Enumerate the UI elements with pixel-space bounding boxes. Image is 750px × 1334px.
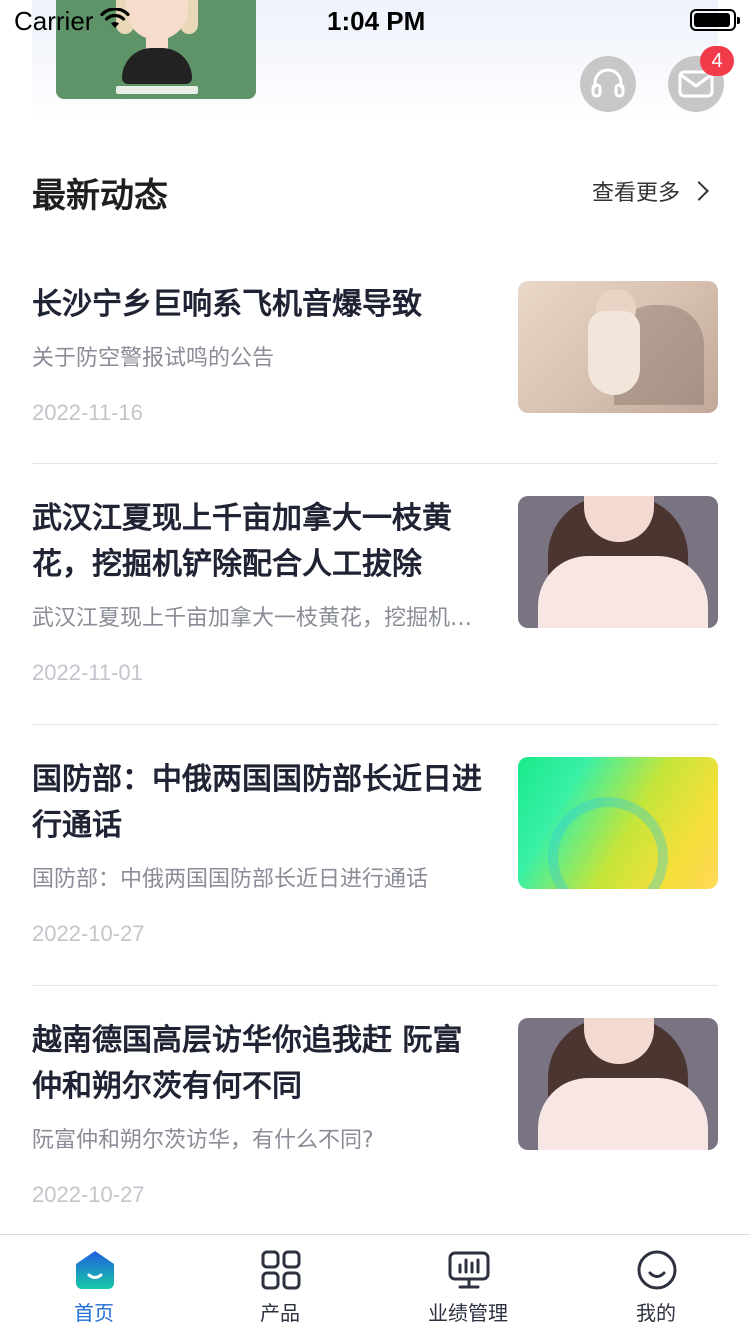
view-more-label: 查看更多 <box>592 181 681 206</box>
news-thumbnail <box>518 281 718 413</box>
grid-icon <box>261 1250 301 1290</box>
news-summary: 关于防空警报试鸣的公告 <box>32 346 275 371</box>
tab-performance[interactable]: 业绩管理 <box>408 1235 528 1334</box>
status-bar: Carrier 1:04 PM <box>0 0 750 40</box>
tab-home[interactable]: 首页 <box>34 1235 154 1334</box>
view-more-link[interactable]: 查看更多 <box>592 175 709 207</box>
smile-profile-icon <box>637 1250 677 1290</box>
news-title: 武汉江夏现上千亩加拿大一枝黄花，挖掘机铲除配合人工拔除 <box>32 501 452 582</box>
news-title: 越南德国高层访华你追我赶 阮富仲和朔尔茨有何不同 <box>32 1023 463 1104</box>
news-date: 2022-11-16 <box>32 400 143 425</box>
news-summary: 国防部：中俄两国国防部长近日进行通话 <box>32 867 429 892</box>
wifi-icon <box>100 8 130 28</box>
news-thumbnail <box>518 1018 718 1150</box>
tab-profile-label: 我的 <box>636 1301 676 1325</box>
tab-bar: 首页 产品 业绩管理 我的 <box>0 1234 750 1334</box>
carrier-label: Carrier <box>14 6 94 36</box>
news-date: 2022-10-27 <box>32 921 145 946</box>
chart-monitor-icon <box>448 1251 490 1289</box>
news-item[interactable]: 长沙宁乡巨响系飞机音爆导致 关于防空警报试鸣的公告 2022-11-16 <box>32 278 718 464</box>
news-item[interactable]: 武汉江夏现上千亩加拿大一枝黄花，挖掘机铲除配合人工拔除 武汉江夏现上千亩加拿大一… <box>32 496 718 725</box>
divider <box>32 463 718 464</box>
status-time: 1:04 PM <box>327 6 426 36</box>
tab-performance-label: 业绩管理 <box>428 1301 508 1325</box>
divider <box>32 985 718 986</box>
tab-products[interactable]: 产品 <box>220 1235 340 1334</box>
notification-badge: 4 <box>700 46 734 76</box>
home-icon <box>76 1251 114 1289</box>
tab-products-label: 产品 <box>260 1301 300 1325</box>
customer-service-button[interactable] <box>580 56 636 112</box>
news-item[interactable]: 国防部：中俄两国国防部长近日进行通话 国防部：中俄两国国防部长近日进行通话 20… <box>32 757 718 986</box>
news-date: 2022-11-01 <box>32 660 143 685</box>
news-title: 长沙宁乡巨响系飞机音爆导致 <box>32 287 422 322</box>
headset-icon <box>591 68 625 98</box>
battery-icon <box>690 9 740 31</box>
news-summary: 武汉江夏现上千亩加拿大一枝黄花，挖掘机铲除配合人工拔除 <box>32 606 492 631</box>
news-date: 2022-10-27 <box>32 1182 145 1207</box>
news-title: 国防部：中俄两国国防部长近日进行通话 <box>32 762 482 843</box>
tab-profile[interactable]: 我的 <box>596 1235 716 1334</box>
section-title: 最新动态 <box>32 176 168 216</box>
news-summary: 阮富仲和朔尔茨访华，有什么不同? <box>32 1128 374 1153</box>
news-item[interactable]: 越南德国高层访华你追我赶 阮富仲和朔尔茨有何不同 阮富仲和朔尔茨访华，有什么不同… <box>32 1018 718 1218</box>
chevron-right-icon <box>689 181 709 201</box>
divider <box>32 724 718 725</box>
news-thumbnail <box>518 496 718 628</box>
news-thumbnail <box>518 757 718 889</box>
tab-home-label: 首页 <box>74 1301 114 1325</box>
